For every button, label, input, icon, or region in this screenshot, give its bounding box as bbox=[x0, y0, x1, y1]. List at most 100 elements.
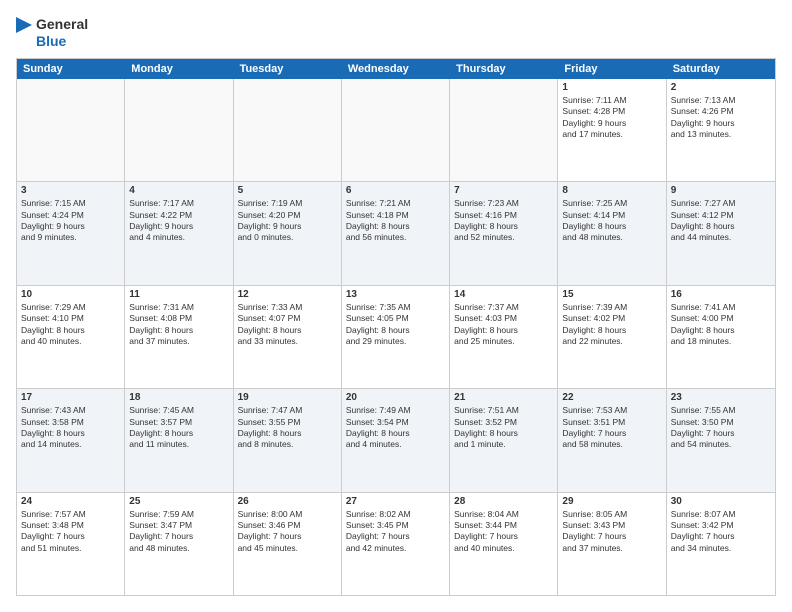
day-info: Sunrise: 7:45 AM Sunset: 3:57 PM Dayligh… bbox=[129, 405, 228, 451]
day-cell-28: 28 Sunrise: 8:04 AM Sunset: 3:44 PM Dayli… bbox=[450, 493, 558, 595]
day-info: Sunrise: 7:13 AM Sunset: 4:26 PM Dayligh… bbox=[671, 95, 771, 141]
day-number: 26 bbox=[238, 496, 337, 507]
day-number: 28 bbox=[454, 496, 553, 507]
day-info: Sunrise: 7:57 AM Sunset: 3:48 PM Dayligh… bbox=[21, 509, 120, 555]
weekday-header-friday: Friday bbox=[558, 59, 666, 79]
day-number: 12 bbox=[238, 289, 337, 300]
day-cell-19: 19 Sunrise: 7:47 AM Sunset: 3:55 PM Dayli… bbox=[234, 389, 342, 491]
day-number: 30 bbox=[671, 496, 771, 507]
day-cell-1: 1Sunrise: 7:11 AM Sunset: 4:28 PM Daylig… bbox=[558, 79, 666, 181]
calendar-row-4: 24 Sunrise: 7:57 AM Sunset: 3:48 PM Dayli… bbox=[17, 493, 775, 595]
day-cell-17: 17Sunrise: 7:43 AM Sunset: 3:58 PM Dayli… bbox=[17, 389, 125, 491]
empty-cell-0-2 bbox=[234, 79, 342, 181]
day-number: 7 bbox=[454, 185, 553, 196]
day-cell-4: 4 Sunrise: 7:17 AM Sunset: 4:22 PM Daylig… bbox=[125, 182, 233, 284]
day-info: Sunrise: 7:59 AM Sunset: 3:47 PM Dayligh… bbox=[129, 509, 228, 555]
day-number: 16 bbox=[671, 289, 771, 300]
logo-container: General Blue bbox=[16, 16, 88, 50]
day-number: 22 bbox=[562, 392, 661, 403]
day-info: Sunrise: 8:00 AM Sunset: 3:46 PM Dayligh… bbox=[238, 509, 337, 555]
day-cell-27: 27 Sunrise: 8:02 AM Sunset: 3:45 PM Dayli… bbox=[342, 493, 450, 595]
day-cell-21: 21 Sunrise: 7:51 AM Sunset: 3:52 PM Dayli… bbox=[450, 389, 558, 491]
day-cell-30: 30 Sunrise: 8:07 AM Sunset: 3:42 PM Dayli… bbox=[667, 493, 775, 595]
day-cell-9: 9 Sunrise: 7:27 AM Sunset: 4:12 PM Daylig… bbox=[667, 182, 775, 284]
day-cell-8: 8 Sunrise: 7:25 AM Sunset: 4:14 PM Daylig… bbox=[558, 182, 666, 284]
day-number: 21 bbox=[454, 392, 553, 403]
day-number: 23 bbox=[671, 392, 771, 403]
day-info: Sunrise: 7:15 AM Sunset: 4:24 PM Dayligh… bbox=[21, 198, 120, 244]
day-number: 19 bbox=[238, 392, 337, 403]
day-cell-12: 12 Sunrise: 7:33 AM Sunset: 4:07 PM Dayli… bbox=[234, 286, 342, 388]
day-cell-22: 22 Sunrise: 7:53 AM Sunset: 3:51 PM Dayli… bbox=[558, 389, 666, 491]
day-cell-14: 14 Sunrise: 7:37 AM Sunset: 4:03 PM Dayli… bbox=[450, 286, 558, 388]
day-number: 4 bbox=[129, 185, 228, 196]
day-number: 20 bbox=[346, 392, 445, 403]
day-cell-10: 10 Sunrise: 7:29 AM Sunset: 4:10 PM Dayli… bbox=[17, 286, 125, 388]
day-info: Sunrise: 7:55 AM Sunset: 3:50 PM Dayligh… bbox=[671, 405, 771, 451]
day-number: 24 bbox=[21, 496, 120, 507]
empty-cell-0-4 bbox=[450, 79, 558, 181]
day-info: Sunrise: 7:33 AM Sunset: 4:07 PM Dayligh… bbox=[238, 302, 337, 348]
day-number: 10 bbox=[21, 289, 120, 300]
day-info: Sunrise: 7:39 AM Sunset: 4:02 PM Dayligh… bbox=[562, 302, 661, 348]
logo-line1: General bbox=[36, 16, 88, 33]
day-cell-29: 29Sunrise: 8:05 AM Sunset: 3:43 PM Dayli… bbox=[558, 493, 666, 595]
day-cell-24: 24 Sunrise: 7:57 AM Sunset: 3:48 PM Dayli… bbox=[17, 493, 125, 595]
logo-text: General Blue bbox=[36, 16, 88, 50]
calendar-row-2: 10 Sunrise: 7:29 AM Sunset: 4:10 PM Dayli… bbox=[17, 286, 775, 389]
day-number: 11 bbox=[129, 289, 228, 300]
weekday-header-sunday: Sunday bbox=[17, 59, 125, 79]
day-number: 27 bbox=[346, 496, 445, 507]
day-number: 1 bbox=[562, 82, 661, 93]
day-info: Sunrise: 8:05 AM Sunset: 3:43 PM Dayligh… bbox=[562, 509, 661, 555]
day-info: Sunrise: 7:19 AM Sunset: 4:20 PM Dayligh… bbox=[238, 198, 337, 244]
day-info: Sunrise: 7:29 AM Sunset: 4:10 PM Dayligh… bbox=[21, 302, 120, 348]
weekday-header-monday: Monday bbox=[125, 59, 233, 79]
day-number: 25 bbox=[129, 496, 228, 507]
weekday-header-tuesday: Tuesday bbox=[234, 59, 342, 79]
day-info: Sunrise: 7:27 AM Sunset: 4:12 PM Dayligh… bbox=[671, 198, 771, 244]
day-number: 13 bbox=[346, 289, 445, 300]
day-info: Sunrise: 7:51 AM Sunset: 3:52 PM Dayligh… bbox=[454, 405, 553, 451]
day-cell-16: 16 Sunrise: 7:41 AM Sunset: 4:00 PM Dayli… bbox=[667, 286, 775, 388]
calendar-header: SundayMondayTuesdayWednesdayThursdayFrid… bbox=[17, 59, 775, 79]
page-header: General Blue bbox=[16, 16, 776, 50]
day-cell-2: 2Sunrise: 7:13 AM Sunset: 4:26 PM Daylig… bbox=[667, 79, 775, 181]
day-info: Sunrise: 7:17 AM Sunset: 4:22 PM Dayligh… bbox=[129, 198, 228, 244]
empty-cell-0-0 bbox=[17, 79, 125, 181]
logo: General Blue bbox=[16, 16, 88, 50]
day-cell-6: 6 Sunrise: 7:21 AM Sunset: 4:18 PM Daylig… bbox=[342, 182, 450, 284]
day-cell-25: 25 Sunrise: 7:59 AM Sunset: 3:47 PM Dayli… bbox=[125, 493, 233, 595]
day-info: Sunrise: 7:25 AM Sunset: 4:14 PM Dayligh… bbox=[562, 198, 661, 244]
empty-cell-0-3 bbox=[342, 79, 450, 181]
day-info: Sunrise: 8:04 AM Sunset: 3:44 PM Dayligh… bbox=[454, 509, 553, 555]
day-cell-7: 7 Sunrise: 7:23 AM Sunset: 4:16 PM Daylig… bbox=[450, 182, 558, 284]
day-number: 14 bbox=[454, 289, 553, 300]
day-cell-5: 5 Sunrise: 7:19 AM Sunset: 4:20 PM Daylig… bbox=[234, 182, 342, 284]
logo-line2: Blue bbox=[36, 33, 88, 50]
day-cell-20: 20 Sunrise: 7:49 AM Sunset: 3:54 PM Dayli… bbox=[342, 389, 450, 491]
day-cell-11: 11 Sunrise: 7:31 AM Sunset: 4:08 PM Dayli… bbox=[125, 286, 233, 388]
weekday-header-saturday: Saturday bbox=[667, 59, 775, 79]
weekday-header-wednesday: Wednesday bbox=[342, 59, 450, 79]
calendar-body: 1Sunrise: 7:11 AM Sunset: 4:28 PM Daylig… bbox=[17, 79, 775, 595]
day-info: Sunrise: 7:21 AM Sunset: 4:18 PM Dayligh… bbox=[346, 198, 445, 244]
day-info: Sunrise: 7:37 AM Sunset: 4:03 PM Dayligh… bbox=[454, 302, 553, 348]
day-info: Sunrise: 7:41 AM Sunset: 4:00 PM Dayligh… bbox=[671, 302, 771, 348]
day-info: Sunrise: 7:49 AM Sunset: 3:54 PM Dayligh… bbox=[346, 405, 445, 451]
day-number: 6 bbox=[346, 185, 445, 196]
day-info: Sunrise: 7:31 AM Sunset: 4:08 PM Dayligh… bbox=[129, 302, 228, 348]
day-info: Sunrise: 8:07 AM Sunset: 3:42 PM Dayligh… bbox=[671, 509, 771, 555]
day-info: Sunrise: 7:47 AM Sunset: 3:55 PM Dayligh… bbox=[238, 405, 337, 451]
day-cell-18: 18Sunrise: 7:45 AM Sunset: 3:57 PM Dayli… bbox=[125, 389, 233, 491]
logo-triangle-icon bbox=[16, 17, 32, 49]
day-info: Sunrise: 8:02 AM Sunset: 3:45 PM Dayligh… bbox=[346, 509, 445, 555]
day-cell-13: 13Sunrise: 7:35 AM Sunset: 4:05 PM Dayli… bbox=[342, 286, 450, 388]
day-info: Sunrise: 7:53 AM Sunset: 3:51 PM Dayligh… bbox=[562, 405, 661, 451]
day-number: 5 bbox=[238, 185, 337, 196]
day-number: 8 bbox=[562, 185, 661, 196]
day-info: Sunrise: 7:23 AM Sunset: 4:16 PM Dayligh… bbox=[454, 198, 553, 244]
day-number: 3 bbox=[21, 185, 120, 196]
calendar-row-1: 3 Sunrise: 7:15 AM Sunset: 4:24 PM Daylig… bbox=[17, 182, 775, 285]
day-number: 9 bbox=[671, 185, 771, 196]
